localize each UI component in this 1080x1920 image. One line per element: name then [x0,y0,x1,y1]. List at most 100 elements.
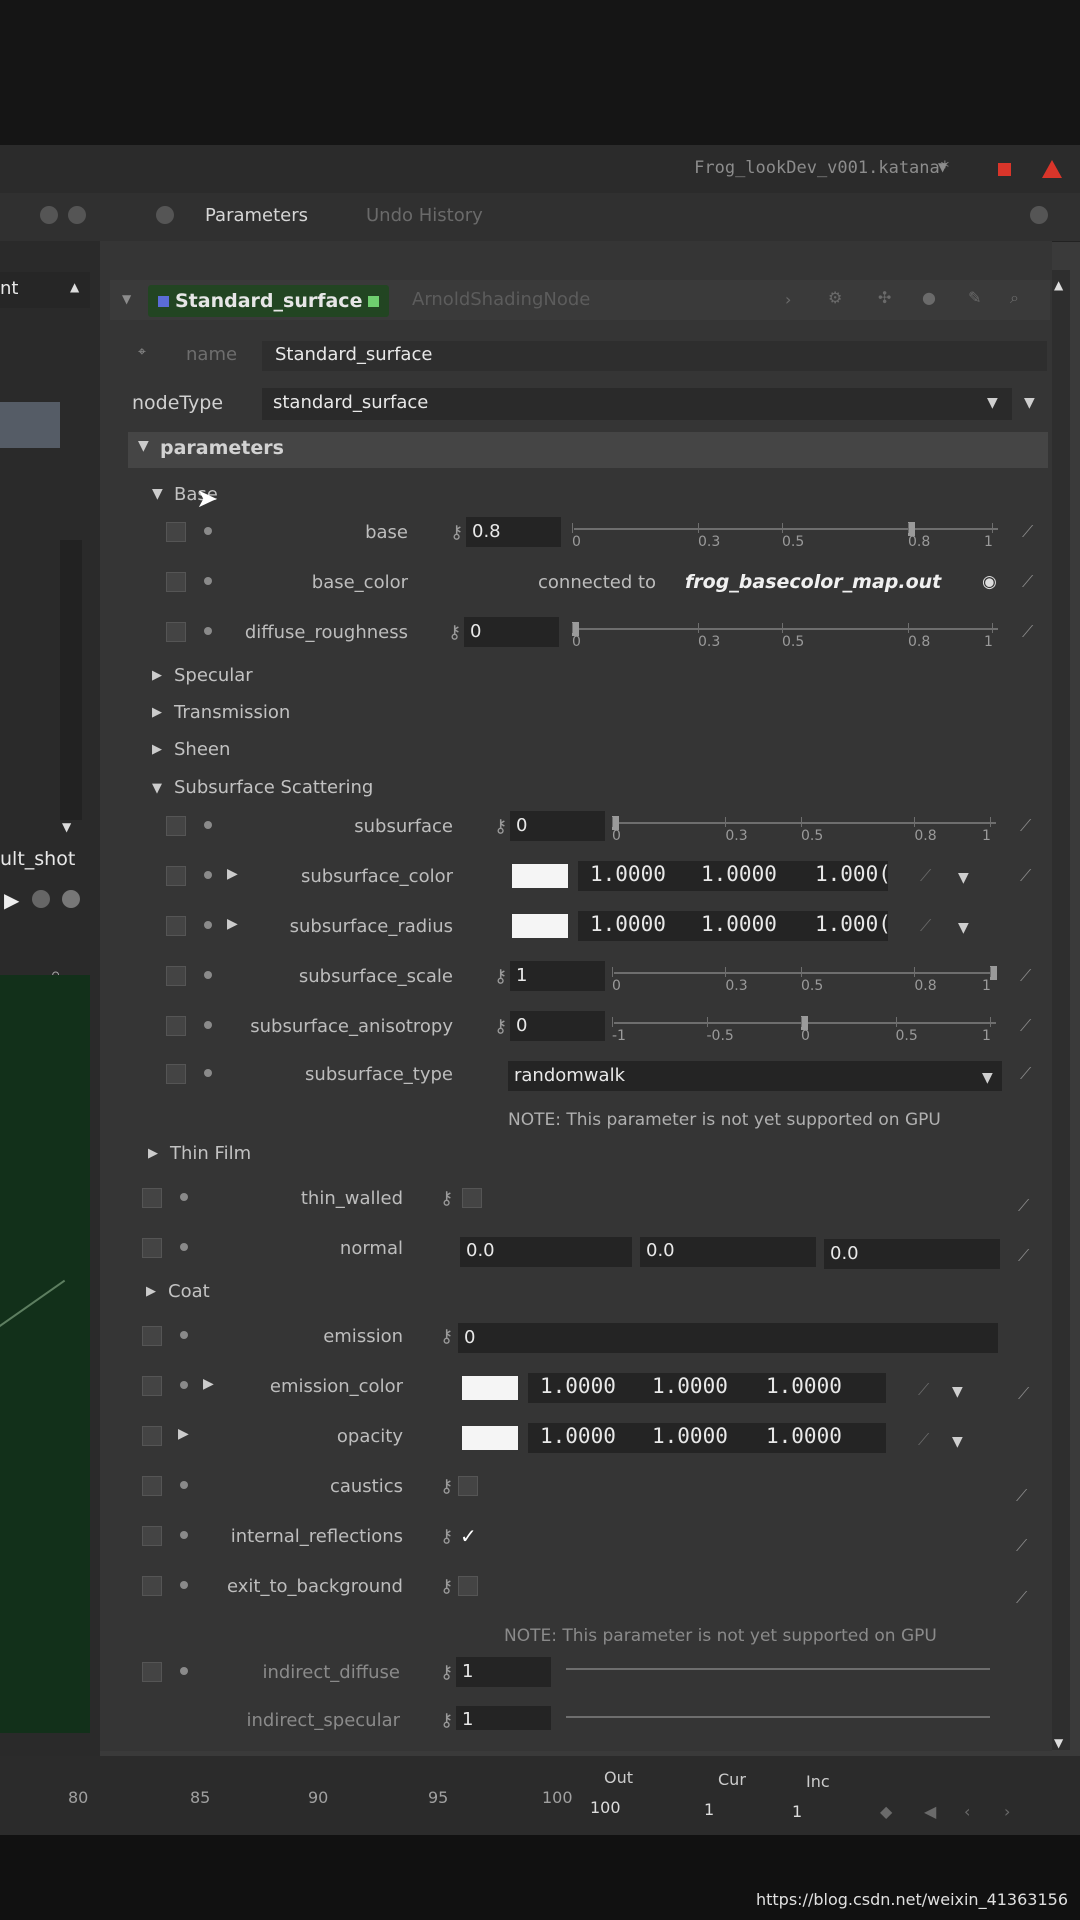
stop-render-icon[interactable] [998,163,1011,176]
subsurface-anisotropy-slider[interactable]: -1 -0.5 0 0.5 1 [612,1010,1000,1044]
base-color-connection[interactable]: frog_basecolor_map.out [685,571,941,593]
gear-icon[interactable]: ⚙ [828,288,842,307]
subsurface-radius-menu-icon[interactable]: ▼ [958,920,969,936]
file-menu-chevron-icon[interactable]: ▼ [938,160,947,174]
diffuse-roughness-keyframe-icon[interactable]: ⚷ [448,622,461,643]
subsurface-enable-checkbox[interactable] [166,816,186,836]
exit-to-background-checkbox[interactable] [458,1576,478,1596]
cur-value[interactable]: 1 [704,1800,714,1819]
caustics-keyframe-icon[interactable]: ⚷ [440,1476,453,1497]
subsurface-slider[interactable]: 0 0.3 0.5 0.8 1 [612,810,1000,844]
diffuse-roughness-slider[interactable]: 0 0.3 0.5 0.8 1 [572,616,1002,650]
transmission-expand-icon[interactable]: ▶ [152,705,162,720]
caustics-pin-icon[interactable]: ⟋ [1016,1486,1027,1506]
subsurface-scale-keyframe-icon[interactable]: ⚷ [494,966,507,987]
comment-icon[interactable]: ● [922,288,936,307]
panel-scrollbar[interactable] [1052,270,1070,1750]
subsurface-collapse-icon[interactable]: ▼ [152,781,162,796]
internal-reflections-pin-icon[interactable]: ⟋ [1016,1536,1027,1556]
warning-icon[interactable] [1042,160,1062,178]
subsurface-keyframe-icon[interactable]: ⚷ [494,816,507,837]
emission-color-g[interactable]: 1.0000 [652,1374,728,1398]
subsurface-color-pin-icon[interactable]: ⟋ [1020,866,1031,886]
subsurface-radius-picker-icon[interactable]: ⟋ [920,916,931,936]
step-back-icon[interactable]: ‹ [964,1802,970,1821]
opacity-r[interactable]: 1.0000 [540,1424,616,1448]
thin-walled-keyframe-icon[interactable]: ⚷ [440,1188,453,1209]
emission-color-r[interactable]: 1.0000 [540,1374,616,1398]
subsurface-type-enable-checkbox[interactable] [166,1064,186,1084]
emission-color-b[interactable]: 1.0000 [766,1374,842,1398]
normal-enable-checkbox[interactable] [142,1238,162,1258]
left-pane-selected-row[interactable] [0,402,60,448]
tab-parameters[interactable]: Parameters [205,205,308,226]
internal-reflections-checkbox[interactable]: ✓ [460,1524,477,1548]
indirect-specular-slider[interactable] [566,1716,990,1718]
subsurface-color-enable-checkbox[interactable] [166,866,186,886]
internal-reflections-keyframe-icon[interactable]: ⚷ [440,1526,453,1547]
subsurface-type-arrow-icon[interactable]: ▼ [982,1070,993,1086]
opacity-picker-icon[interactable]: ⟋ [918,1430,929,1450]
exit-to-background-keyframe-icon[interactable]: ⚷ [440,1576,453,1597]
edit-icon[interactable]: ✎ [968,288,981,307]
viewer-option-icon[interactable] [32,890,50,908]
indirect-diffuse-keyframe-icon[interactable]: ⚷ [440,1662,453,1683]
left-pane-menu-icon[interactable] [40,206,58,224]
left-pane-options-icon[interactable] [68,206,86,224]
subsurface-radius-enable-checkbox[interactable] [166,916,186,936]
base-enable-checkbox[interactable] [166,522,186,542]
diffuse-roughness-enable-checkbox[interactable] [166,622,186,642]
emission-enable-checkbox[interactable] [142,1326,162,1346]
internal-reflections-enable-checkbox[interactable] [142,1526,162,1546]
subsurface-color-r[interactable]: 1.0000 [590,862,666,886]
diffuse-roughness-pin-icon[interactable]: ⟋ [1022,622,1033,642]
nodetype-dropdown-arrow-icon[interactable]: ▼ [987,395,998,411]
subsurface-scale-enable-checkbox[interactable] [166,966,186,986]
exit-to-background-pin-icon[interactable]: ⟋ [1016,1588,1027,1608]
opacity-g[interactable]: 1.0000 [652,1424,728,1448]
emission-color-enable-checkbox[interactable] [142,1376,162,1396]
inc-value[interactable]: 1 [792,1802,802,1821]
caustics-enable-checkbox[interactable] [142,1476,162,1496]
subsurface-radius-g[interactable]: 1.0000 [701,912,777,936]
panel-search-icon[interactable]: ⌕ [1010,288,1019,308]
opacity-b[interactable]: 1.0000 [766,1424,842,1448]
nodetype-menu-icon[interactable]: ▼ [1024,395,1035,411]
emission-color-swatch[interactable] [462,1376,518,1400]
transmission-group-label[interactable]: Transmission [174,702,290,723]
emission-value-field[interactable] [458,1323,998,1353]
node-jump-icon[interactable]: › [785,290,791,309]
subsurface-color-menu-icon[interactable]: ▼ [958,870,969,886]
coat-expand-icon[interactable]: ▶ [146,1284,156,1299]
base-color-pin-icon[interactable]: ⟋ [1022,572,1033,592]
base-slider[interactable]: 0 0.3 0.5 0.8 1 [572,516,1002,550]
timeline-bar[interactable] [0,1756,1080,1835]
subsurface-scale-pin-icon[interactable]: ⟋ [1020,966,1031,986]
sheen-group-label[interactable]: Sheen [174,739,230,760]
subsurface-anisotropy-pin-icon[interactable]: ⟋ [1020,1016,1031,1036]
opacity-enable-checkbox[interactable] [142,1426,162,1446]
subsurface-color-expand-icon[interactable]: ▶ [227,866,238,882]
prev-key-icon[interactable]: ◀ [924,1802,936,1821]
viewer-close-icon[interactable] [62,890,80,908]
tab-undo-history[interactable]: Undo History [366,205,483,226]
base-pin-icon[interactable]: ⟋ [1022,522,1033,542]
subsurface-color-g[interactable]: 1.0000 [701,862,777,886]
thin-walled-enable-checkbox[interactable] [142,1188,162,1208]
subsurface-radius-b[interactable]: 1.000( [815,912,891,936]
base-keyframe-icon[interactable]: ⚷ [450,522,463,543]
sheen-expand-icon[interactable]: ▶ [152,742,162,757]
opacity-menu-icon[interactable]: ▼ [952,1434,963,1450]
emission-color-menu-icon[interactable]: ▼ [952,1384,963,1400]
thin-film-expand-icon[interactable]: ▶ [148,1146,158,1161]
pane-options-icon[interactable] [1030,206,1048,224]
specular-expand-icon[interactable]: ▶ [152,668,162,683]
subsurface-color-swatch[interactable] [512,864,568,888]
indirect-diffuse-slider[interactable] [566,1668,990,1670]
thin-walled-checkbox[interactable] [462,1188,482,1208]
emission-color-picker-icon[interactable]: ⟋ [918,1380,929,1400]
subsurface-anisotropy-enable-checkbox[interactable] [166,1016,186,1036]
out-value[interactable]: 100 [590,1798,621,1817]
tab-pane-menu-icon[interactable] [156,206,174,224]
left-pane-collapse-icon[interactable]: ▲ [70,280,79,294]
